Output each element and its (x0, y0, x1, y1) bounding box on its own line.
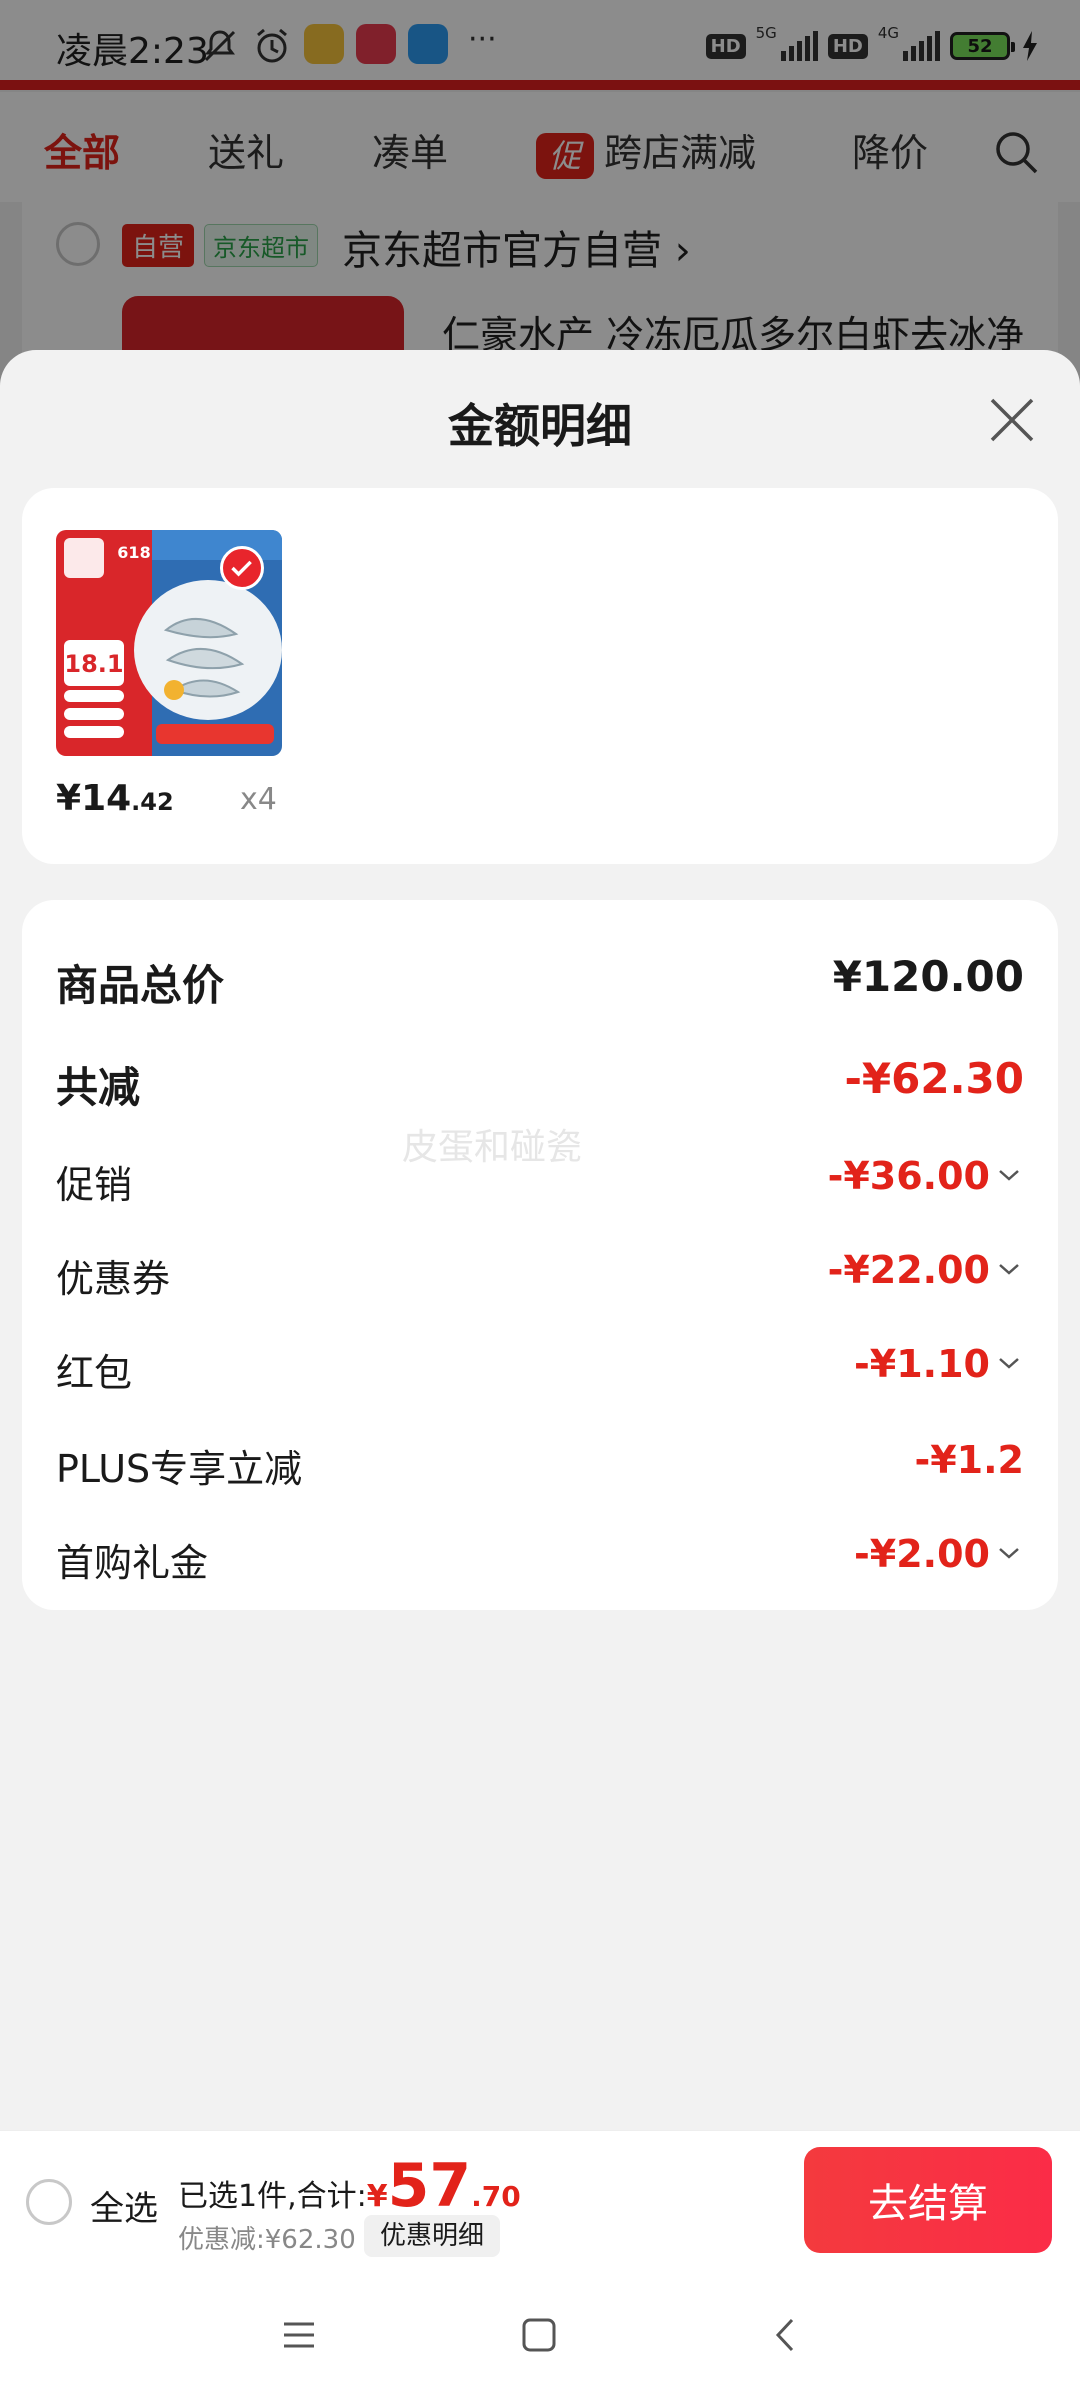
select-all-label[interactable]: 全选 (90, 2181, 158, 2230)
product-card: 18.1 618 ¥14.42 x4 (22, 488, 1058, 864)
chevron-down-icon[interactable] (998, 1546, 1020, 1560)
product-unit-price: ¥14.42 (56, 778, 174, 819)
red-packet-value: -¥1.10 (854, 1342, 990, 1386)
goods-total-row: 商品总价 ¥120.00 (56, 944, 1024, 1010)
first-purchase-gift-row[interactable]: 首购礼金 -¥2.00 (56, 1524, 1024, 1585)
goods-total-value: ¥120.00 (832, 952, 1024, 1001)
goods-total-label: 商品总价 (56, 961, 225, 1010)
chevron-down-icon[interactable] (998, 1168, 1020, 1182)
coupon-value: -¥22.00 (827, 1248, 990, 1292)
discount-detail-button[interactable]: 优惠明细 (364, 2215, 501, 2257)
sheet-title: 金额明细 (448, 399, 632, 453)
chevron-down-icon[interactable] (998, 1356, 1020, 1370)
total-decimal: .70 (471, 2180, 521, 2213)
svg-text:18.1: 18.1 (64, 650, 123, 678)
checkout-button[interactable]: 去结算 (804, 2147, 1052, 2253)
selected-check-icon (220, 546, 264, 590)
amount-detail-sheet: 金额明细 18.1 618 ¥14.42 x4 皮蛋和碰瓷 商品总价 ¥120.… (0, 350, 1080, 2130)
summary-prefix: 已选1件,合计: (178, 2179, 367, 2214)
close-icon[interactable] (984, 392, 1040, 448)
select-all-radio[interactable] (26, 2179, 72, 2225)
svg-text:618: 618 (117, 543, 150, 562)
price-breakdown-card: 皮蛋和碰瓷 商品总价 ¥120.00 共减 -¥62.30 促销 -¥36.00… (22, 900, 1058, 1610)
system-nav-bar (0, 2270, 1080, 2400)
checkout-bar: 全选 已选1件,合计:¥57.70 优惠减:¥62.30 优惠明细 去结算 (0, 2130, 1080, 2271)
promotion-row[interactable]: 促销 -¥36.00 (56, 1146, 1024, 1207)
home-icon[interactable] (516, 2312, 562, 2358)
red-packet-label: 红包 (56, 1351, 133, 1395)
coupon-label: 优惠券 (56, 1257, 171, 1301)
plus-discount-label: PLUS专享立减 (56, 1447, 303, 1491)
total-integer: 57 (387, 2151, 472, 2221)
chevron-down-icon[interactable] (998, 1262, 1020, 1276)
total-reduction-value: -¥62.30 (844, 1054, 1024, 1103)
first-purchase-gift-label: 首购礼金 (56, 1541, 209, 1585)
currency-symbol: ¥ (366, 2179, 388, 2214)
promotion-label: 促销 (56, 1163, 133, 1207)
first-purchase-gift-value: -¥2.00 (854, 1532, 990, 1576)
total-reduction-row: 共减 -¥62.30 (56, 1046, 1024, 1112)
discount-amount: 优惠减:¥62.30 (178, 2225, 356, 2255)
plus-discount-row: PLUS专享立减 -¥1.2 (56, 1430, 1024, 1491)
menu-icon[interactable] (276, 2312, 322, 2358)
order-total-summary: 已选1件,合计:¥57.70 (178, 2151, 521, 2221)
total-reduction-label: 共减 (56, 1063, 141, 1112)
red-packet-row[interactable]: 红包 -¥1.10 (56, 1334, 1024, 1395)
promotion-value: -¥36.00 (827, 1154, 990, 1198)
product-quantity: x4 (240, 782, 277, 817)
coupon-row[interactable]: 优惠券 -¥22.00 (56, 1240, 1024, 1301)
back-icon[interactable] (764, 2312, 810, 2358)
plus-discount-value: -¥1.2 (914, 1438, 1024, 1482)
